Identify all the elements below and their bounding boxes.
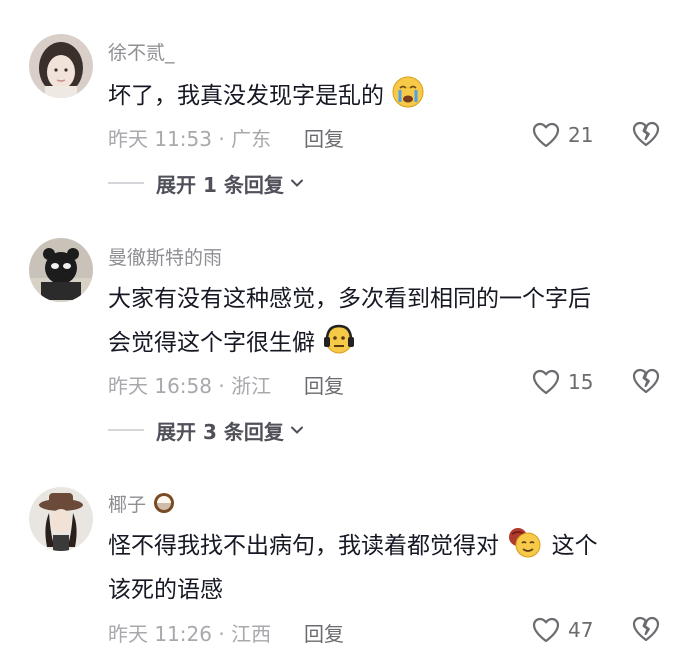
smiling-face-emoji-icon (506, 525, 544, 559)
avatar[interactable] (29, 487, 93, 551)
comment-meta: 昨天 11:26 · 江西 (108, 618, 271, 647)
comment-text-line: 怪不得我找不出病句，我读着都觉得对 这个 (108, 524, 648, 568)
username[interactable]: 椰子 (108, 490, 176, 517)
comment-text-segment: 这个 (551, 533, 598, 559)
comment-text-segment: 怪不得我找不出病句，我读着都觉得对 (108, 533, 499, 559)
comment-text: 怪不得我找不出病句，我读着都觉得对 这个 该死的语感 (108, 524, 648, 612)
comment-item: 椰子 怪不得我找不出病句，我读着都觉得对 这个 该死的语感 昨天 11:26 ·… (0, 0, 690, 658)
dislike-button[interactable] (631, 615, 661, 645)
username-text: 椰子 (108, 494, 147, 516)
comment-location: · 江西 (218, 622, 272, 646)
comment-time: 昨天 11:26 (108, 622, 212, 646)
like-count: 47 (568, 618, 594, 642)
like-button[interactable]: 47 (532, 615, 612, 645)
comment-text-line: 该死的语感 (108, 577, 223, 603)
broken-heart-icon (632, 616, 660, 642)
coconut-emoji-icon (152, 491, 176, 515)
heart-icon (532, 617, 560, 643)
reply-button[interactable]: 回复 (304, 618, 344, 647)
